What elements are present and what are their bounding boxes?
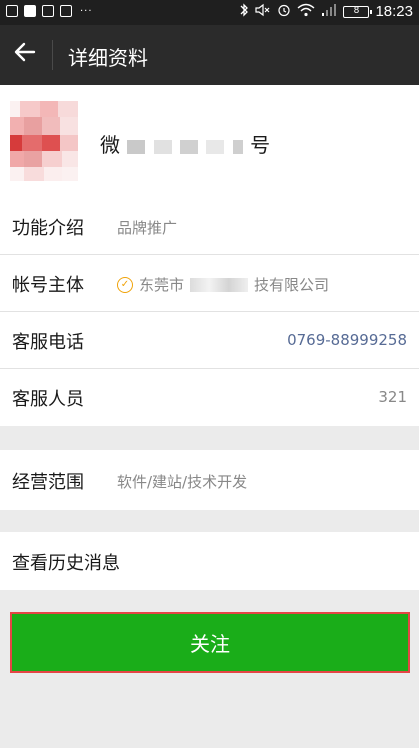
app-icon bbox=[24, 5, 36, 17]
staff-label: 客服人员 bbox=[12, 389, 84, 410]
redacted-block bbox=[153, 139, 172, 154]
entity-value-suffix: 技有限公司 bbox=[254, 276, 330, 294]
info-row-staff[interactable]: 客服人员 321 bbox=[0, 369, 419, 426]
entity-label: 帐号主体 bbox=[12, 275, 84, 296]
status-bar: ··· 8 18:23 bbox=[0, 0, 419, 25]
entity-value: ✓ 东莞市 技有限公司 bbox=[117, 274, 329, 295]
account-name: 微 号 bbox=[100, 129, 270, 158]
scope-value: 软件/建站/技术开发 bbox=[117, 473, 248, 491]
status-time: 18:23 bbox=[375, 3, 413, 20]
intro-label: 功能介绍 bbox=[12, 218, 84, 239]
back-arrow-icon bbox=[14, 41, 36, 67]
alarm-icon bbox=[277, 3, 291, 20]
bluetooth-icon bbox=[239, 3, 249, 20]
history-label: 查看历史消息 bbox=[12, 553, 120, 574]
back-button[interactable] bbox=[10, 39, 40, 69]
redacted-block bbox=[232, 139, 243, 154]
battery-icon: 8 bbox=[343, 5, 373, 18]
profile-section: 微 号 bbox=[0, 85, 419, 198]
entity-value-prefix: 东莞市 bbox=[139, 276, 185, 294]
more-notifications-icon: ··· bbox=[80, 5, 93, 17]
verified-icon: ✓ bbox=[117, 276, 133, 293]
status-right-icons: 8 18:23 bbox=[239, 3, 413, 20]
redacted-block bbox=[206, 139, 225, 154]
redacted-block bbox=[180, 139, 199, 154]
phone-label: 客服电话 bbox=[12, 332, 84, 353]
page-title: 详细资料 bbox=[68, 46, 148, 70]
follow-button[interactable]: 关注 bbox=[10, 612, 410, 673]
info-card: 功能介绍 品牌推广 帐号主体 ✓ 东莞市 技有限公司 客服电话 0769-889… bbox=[0, 198, 419, 426]
staff-count: 321 bbox=[378, 388, 407, 406]
info-row-entity[interactable]: 帐号主体 ✓ 东莞市 技有限公司 bbox=[0, 255, 419, 312]
info-row-phone[interactable]: 客服电话 0769-88999258 bbox=[0, 312, 419, 369]
signal-icon bbox=[321, 3, 337, 20]
intro-value: 品牌推广 bbox=[117, 219, 178, 237]
notification-icon bbox=[6, 5, 18, 17]
account-name-suffix: 号 bbox=[250, 133, 271, 157]
scope-card: 经营范围 软件/建站/技术开发 bbox=[0, 450, 419, 510]
mail-icon bbox=[42, 5, 54, 17]
header-divider bbox=[52, 40, 53, 70]
phone-number-link[interactable]: 0769-88999258 bbox=[287, 331, 407, 349]
app-header: 详细资料 bbox=[0, 25, 419, 85]
status-left-icons: ··· bbox=[6, 5, 93, 17]
mute-icon bbox=[255, 3, 271, 20]
wifi-icon bbox=[297, 3, 315, 20]
avatar[interactable] bbox=[10, 101, 78, 181]
redacted-block bbox=[190, 277, 249, 292]
info-row-intro: 功能介绍 品牌推广 bbox=[0, 198, 419, 255]
mail-icon bbox=[60, 5, 72, 17]
history-messages-row[interactable]: 查看历史消息 bbox=[0, 532, 419, 590]
redacted-block bbox=[127, 139, 146, 154]
scope-label: 经营范围 bbox=[12, 472, 84, 493]
account-name-prefix: 微 bbox=[100, 133, 120, 157]
